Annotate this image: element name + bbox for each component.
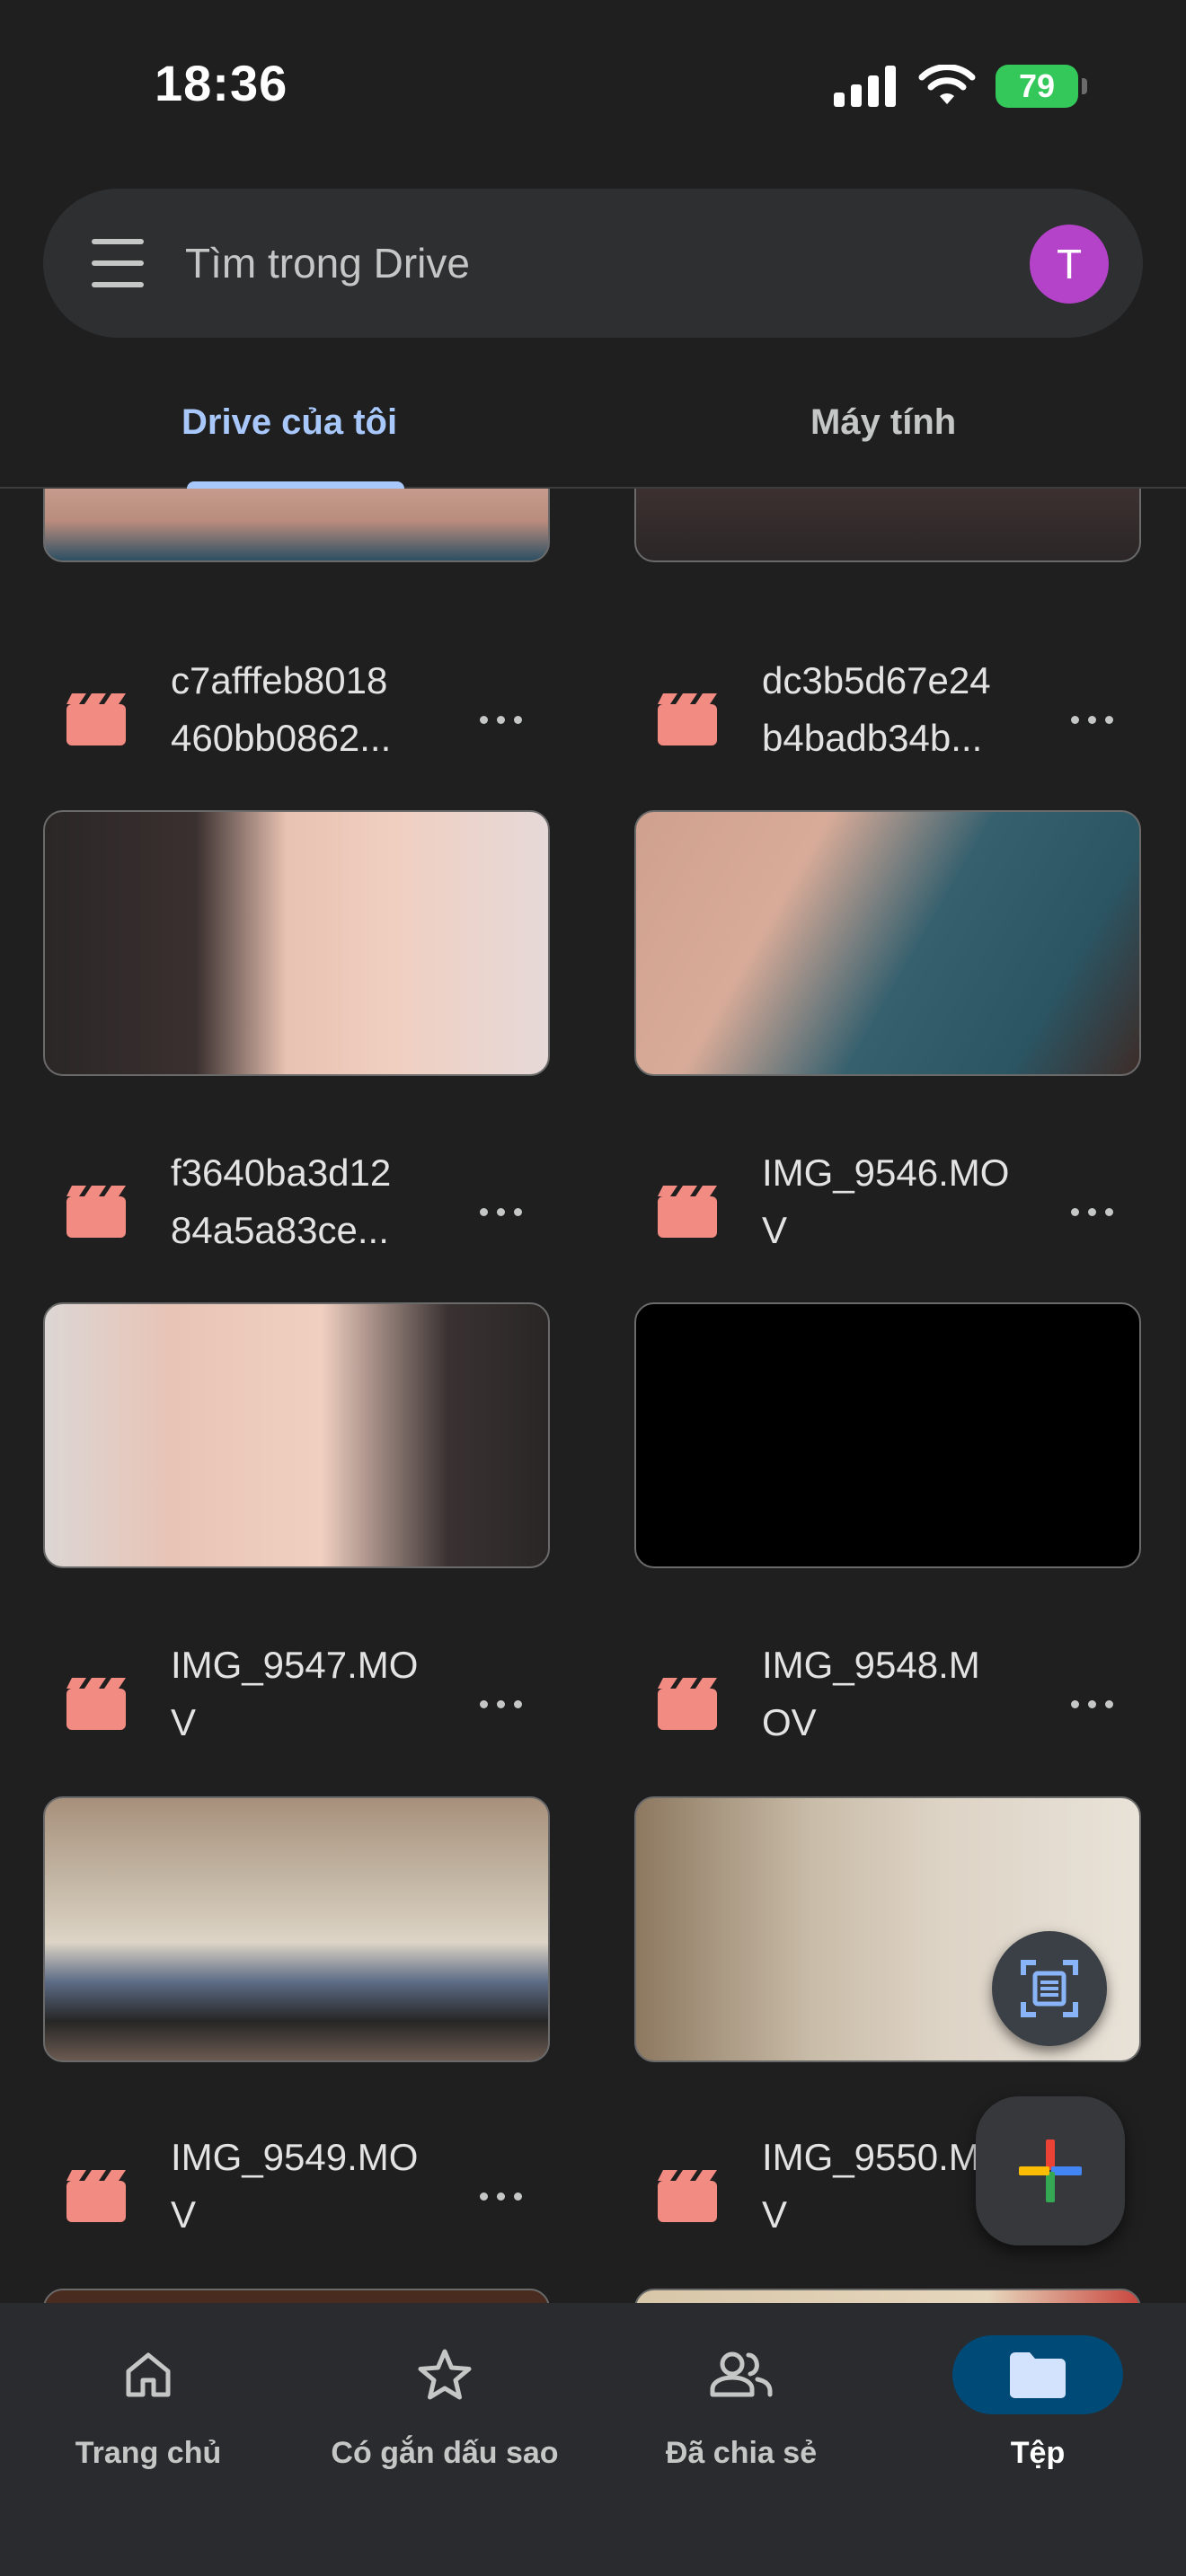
nav-item-starred[interactable]: Có gắn dấu sao bbox=[296, 2303, 593, 2510]
file-name: IMG_9549.MO V bbox=[171, 2136, 419, 2236]
video-thumbnail[interactable] bbox=[43, 810, 550, 1076]
nav-icon-container bbox=[952, 2335, 1123, 2414]
nav-label: Tệp bbox=[1010, 2436, 1066, 2470]
more-options-icon[interactable] bbox=[469, 1680, 532, 1728]
status-time: 18:36 bbox=[155, 55, 288, 111]
active-tab-indicator bbox=[187, 481, 404, 489]
file-name: dc3b5d67e24 b4badb34b... bbox=[762, 659, 991, 759]
file-item[interactable]: dc3b5d67e24 b4badb34b... bbox=[634, 652, 1186, 787]
video-thumbnail[interactable] bbox=[43, 1796, 550, 2062]
nav-label: Đã chia sẻ bbox=[665, 2436, 818, 2470]
scan-document-button[interactable] bbox=[992, 1931, 1107, 2046]
nav-item-home[interactable]: Trang chủ bbox=[0, 2303, 296, 2510]
nav-icon-container bbox=[63, 2335, 234, 2414]
new-item-button[interactable] bbox=[976, 2096, 1125, 2245]
nav-label: Có gắn dấu sao bbox=[331, 2436, 559, 2470]
file-item[interactable]: f3640ba3d12 84a5a83ce... bbox=[43, 1144, 600, 1279]
more-options-icon[interactable] bbox=[469, 2172, 532, 2220]
file-name: IMG_9546.MO V bbox=[762, 1151, 1010, 1251]
folder-icon bbox=[1010, 2352, 1066, 2398]
scan-icon bbox=[1021, 1960, 1078, 2017]
tab-bar: Drive của tôi Máy tính bbox=[0, 377, 1186, 489]
video-thumbnail[interactable] bbox=[43, 2289, 550, 2303]
video-file-icon bbox=[66, 2170, 126, 2222]
file-grid: c7afffeb8018 460bb0862... dc3b5d67e24 b4… bbox=[0, 489, 1186, 2303]
file-name: f3640ba3d12 84a5a83ce... bbox=[171, 1151, 392, 1251]
star-icon bbox=[418, 2349, 472, 2400]
cellular-signal-icon bbox=[834, 66, 896, 107]
battery-cap bbox=[1082, 78, 1087, 94]
file-name: IMG_9548.M OV bbox=[762, 1644, 980, 1743]
more-options-icon[interactable] bbox=[469, 695, 532, 744]
video-thumbnail[interactable] bbox=[634, 810, 1141, 1076]
nav-item-shared[interactable]: Đã chia sẻ bbox=[593, 2303, 890, 2510]
avatar[interactable]: T bbox=[1030, 225, 1109, 304]
video-file-icon bbox=[658, 693, 717, 745]
video-file-icon bbox=[66, 1186, 126, 1238]
video-thumbnail[interactable] bbox=[634, 489, 1141, 562]
more-options-icon[interactable] bbox=[1060, 1187, 1123, 1236]
search-bar[interactable]: Tìm trong Drive T bbox=[43, 189, 1143, 338]
nav-icon-container bbox=[656, 2335, 827, 2414]
status-bar: 18:36 79 bbox=[0, 0, 1186, 171]
home-icon bbox=[126, 2352, 171, 2397]
nav-icon-container bbox=[359, 2335, 530, 2414]
status-icons: 79 bbox=[834, 65, 1087, 108]
video-thumbnail[interactable] bbox=[634, 2289, 1141, 2303]
nav-label: Trang chủ bbox=[75, 2436, 222, 2470]
search-input[interactable]: Tìm trong Drive bbox=[185, 239, 470, 287]
more-options-icon[interactable] bbox=[1060, 695, 1123, 744]
file-name: c7afffeb8018 460bb0862... bbox=[171, 659, 392, 759]
tab-my-drive[interactable]: Drive của tôi bbox=[181, 402, 397, 443]
people-icon bbox=[710, 2351, 773, 2397]
battery-indicator: 79 bbox=[996, 65, 1087, 108]
video-file-icon bbox=[658, 1186, 717, 1238]
more-options-icon[interactable] bbox=[1060, 1680, 1123, 1728]
tab-computers[interactable]: Máy tính bbox=[810, 402, 956, 443]
bottom-navigation: Trang chủ Có gắn dấu sao Đã chia sẻ Tệp bbox=[0, 2303, 1186, 2576]
file-item[interactable]: IMG_9546.MO V bbox=[634, 1144, 1186, 1279]
video-file-icon bbox=[66, 1678, 126, 1730]
video-thumbnail[interactable] bbox=[634, 1302, 1141, 1568]
video-file-icon bbox=[66, 693, 126, 745]
nav-item-files[interactable]: Tệp bbox=[890, 2303, 1186, 2510]
file-item[interactable]: IMG_9547.MO V bbox=[43, 1636, 600, 1771]
file-item[interactable]: c7afffeb8018 460bb0862... bbox=[43, 652, 600, 787]
video-file-icon bbox=[658, 1678, 717, 1730]
file-item[interactable]: IMG_9549.MO V bbox=[43, 2129, 600, 2263]
wifi-icon bbox=[918, 65, 976, 104]
more-options-icon[interactable] bbox=[469, 1187, 532, 1236]
menu-icon[interactable] bbox=[92, 239, 144, 287]
video-file-icon bbox=[658, 2170, 717, 2222]
video-thumbnail[interactable] bbox=[43, 489, 550, 562]
video-thumbnail[interactable] bbox=[43, 1302, 550, 1568]
file-item[interactable]: IMG_9548.M OV bbox=[634, 1636, 1186, 1771]
battery-level: 79 bbox=[1018, 67, 1056, 104]
file-name: IMG_9547.MO V bbox=[171, 1644, 419, 1743]
plus-icon bbox=[1019, 2139, 1082, 2202]
